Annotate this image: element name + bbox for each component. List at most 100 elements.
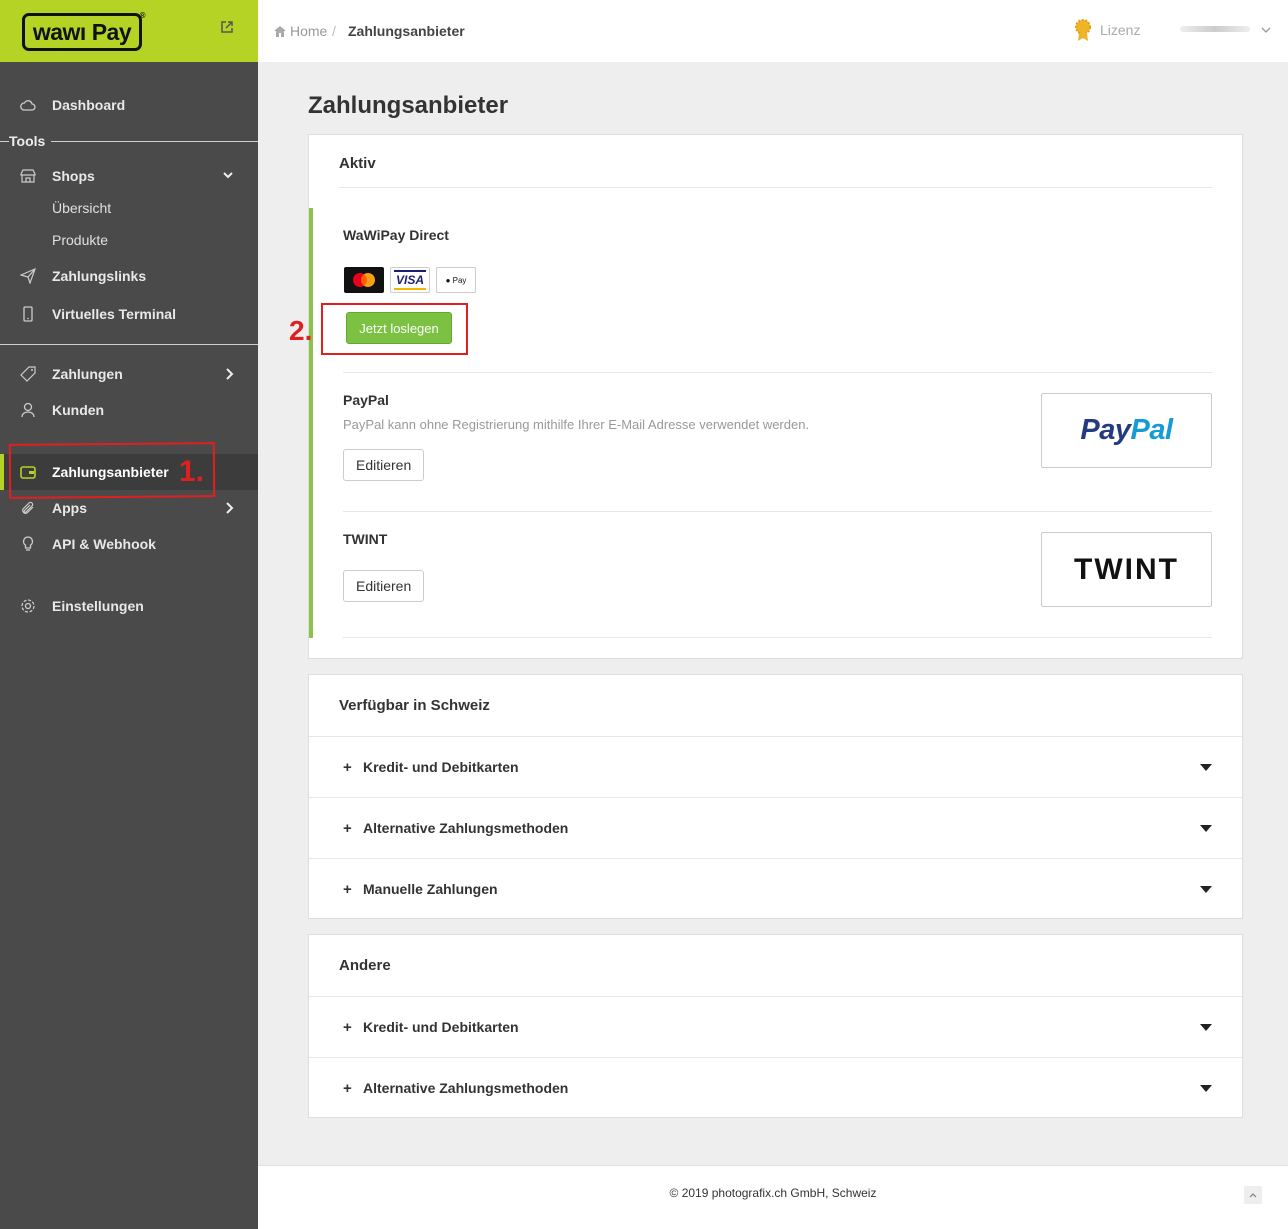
twint-logo-box: TWINT [1041,532,1212,607]
sidebar-item-zahlungslinks[interactable]: Zahlungslinks [0,258,258,294]
sidebar-item-dashboard[interactable]: Dashboard [0,87,258,123]
paypal-logo-box: PayPal [1041,393,1212,468]
accordion-alternative-zahlungsmethoden[interactable]: + Alternative Zahlungsmethoden [309,797,1242,858]
wawipay-logo[interactable]: wawı Pay ® [22,11,146,51]
chevron-down-icon[interactable] [1261,26,1271,34]
sidebar-item-zahlungen[interactable]: Zahlungen [0,356,258,392]
store-icon [20,168,36,184]
tools-section-label: Tools [9,133,52,149]
apple-pay-label: Pay [452,275,467,285]
active-providers-rail [309,208,313,638]
sidebar-item-label: Dashboard [52,97,126,113]
mastercard-icon [344,267,384,293]
paypal-edit-button[interactable]: Editieren [343,449,425,481]
twint-logo: TWINT [1074,552,1179,586]
plus-icon: + [343,880,352,898]
accordion-alternative-zahlungsmethoden[interactable]: + Alternative Zahlungsmethoden [309,1057,1242,1118]
plus-icon: + [343,1018,352,1036]
twint-edit-button[interactable]: Editieren [343,570,425,602]
divider [343,637,1212,638]
accordion-label: Kredit- und Debitkarten [363,1019,519,1035]
sidebar-item-einstellungen[interactable]: Einstellungen [0,588,258,624]
sidebar-subitem-uebersicht[interactable]: Übersicht [52,200,111,216]
active-indicator [0,454,4,490]
paypal-logo-part2: Pal [1130,414,1174,446]
home-icon [274,25,286,37]
visa-label: VISA [395,273,424,287]
aktiv-title: Aktiv [339,155,376,172]
sidebar-item-shops[interactable]: Shops [0,158,258,194]
chevron-right-icon [226,502,234,514]
user-name-blurred[interactable] [1180,26,1250,32]
sidebar-item-label: Apps [52,500,87,516]
accordion-label: Manuelle Zahlungen [363,881,498,897]
plus-icon: + [343,1079,352,1097]
logo-text: wawı Pay [32,18,132,45]
schweiz-title: Verfügbar in Schweiz [339,697,490,714]
plus-icon: + [343,758,352,776]
paypal-logo: PayPal [1080,414,1174,447]
paypal-logo-part1: Pay [1080,414,1131,446]
accordion-kredit-debitkarten[interactable]: + Kredit- und Debitkarten [309,996,1242,1057]
sidebar-item-label: Virtuelles Terminal [52,306,176,322]
annotation-number-step1: 1. [179,455,205,488]
divider [0,344,258,345]
accordion-kredit-debitkarten[interactable]: + Kredit- und Debitkarten [309,736,1242,797]
visa-icon: VISA [390,267,430,293]
scroll-to-top-button[interactable] [1244,1186,1262,1204]
external-link-icon[interactable] [220,20,234,34]
paypal-title: PayPal [343,392,389,408]
logo-bar: wawı Pay ® [0,0,258,62]
lizenz-label: Lizenz [1100,22,1141,38]
paypal-description: PayPal kann ohne Registrierung mithilfe … [343,417,810,432]
tag-icon [20,366,36,382]
caret-down-icon [1200,886,1212,893]
divider [343,372,1212,373]
annotation-box-step2 [321,303,468,355]
sidebar-subitem-produkte[interactable]: Produkte [52,232,108,248]
andere-card: Andere + Kredit- und Debitkarten + Alter… [308,934,1243,1118]
apple-pay-icon: ● Pay [436,267,476,293]
caret-down-icon [1200,1085,1212,1092]
accordion-label: Kredit- und Debitkarten [363,759,519,775]
sidebar-item-label: Zahlungen [52,366,123,382]
caret-down-icon [1200,825,1212,832]
breadcrumb-home-label: Home [290,23,328,39]
wawipay-direct-title: WaWiPay Direct [343,227,449,243]
sidebar-item-label: API & Webhook [52,536,156,552]
sidebar-item-label: Einstellungen [52,598,144,614]
plus-icon: + [343,819,352,837]
gear-icon [20,598,36,614]
sidebar-item-kunden[interactable]: Kunden [0,392,258,428]
breadcrumb-home[interactable]: Home [274,23,327,39]
sidebar-item-api-webhook[interactable]: API & Webhook [0,526,258,562]
lightbulb-icon [20,536,36,552]
footer: © 2019 photografix.ch GmbH, Schweiz [258,1165,1288,1229]
award-icon [1075,19,1091,41]
accepted-cards: VISA ● Pay [344,267,476,293]
cloud-icon [20,97,36,113]
twint-title: TWINT [343,531,388,547]
accordion-label: Alternative Zahlungsmethoden [363,1080,569,1096]
divider [339,187,1212,188]
accordion-label: Alternative Zahlungsmethoden [363,820,569,836]
aktiv-card: Aktiv WaWiPay Direct VISA ● Pay Jetzt lo… [289,134,1243,659]
chevron-down-icon [223,172,233,179]
chevron-right-icon [226,368,234,380]
divider [343,511,1212,512]
paper-plane-icon [20,268,36,284]
breadcrumb-current: Zahlungsanbieter [348,23,465,39]
chevron-up-icon [1249,1193,1257,1198]
top-bar: Home / Zahlungsanbieter Lizenz [258,0,1288,62]
caret-down-icon [1200,764,1212,771]
breadcrumb-separator: / [332,23,336,39]
accordion-manuelle-zahlungen[interactable]: + Manuelle Zahlungen [309,858,1242,919]
annotation-number-step2: 2. [289,315,313,346]
sidebar-item-label: Zahlungslinks [52,268,147,284]
lizenz-link[interactable]: Lizenz [1074,18,1140,42]
footer-copyright: © 2019 photografix.ch GmbH, Schweiz [669,1186,877,1200]
sidebar-item-virtuelles-terminal[interactable]: Virtuelles Terminal [0,296,258,332]
schweiz-card: Verfügbar in Schweiz + Kredit- und Debit… [308,674,1243,919]
mobile-icon [20,306,36,322]
sidebar-item-label: Shops [52,168,95,184]
